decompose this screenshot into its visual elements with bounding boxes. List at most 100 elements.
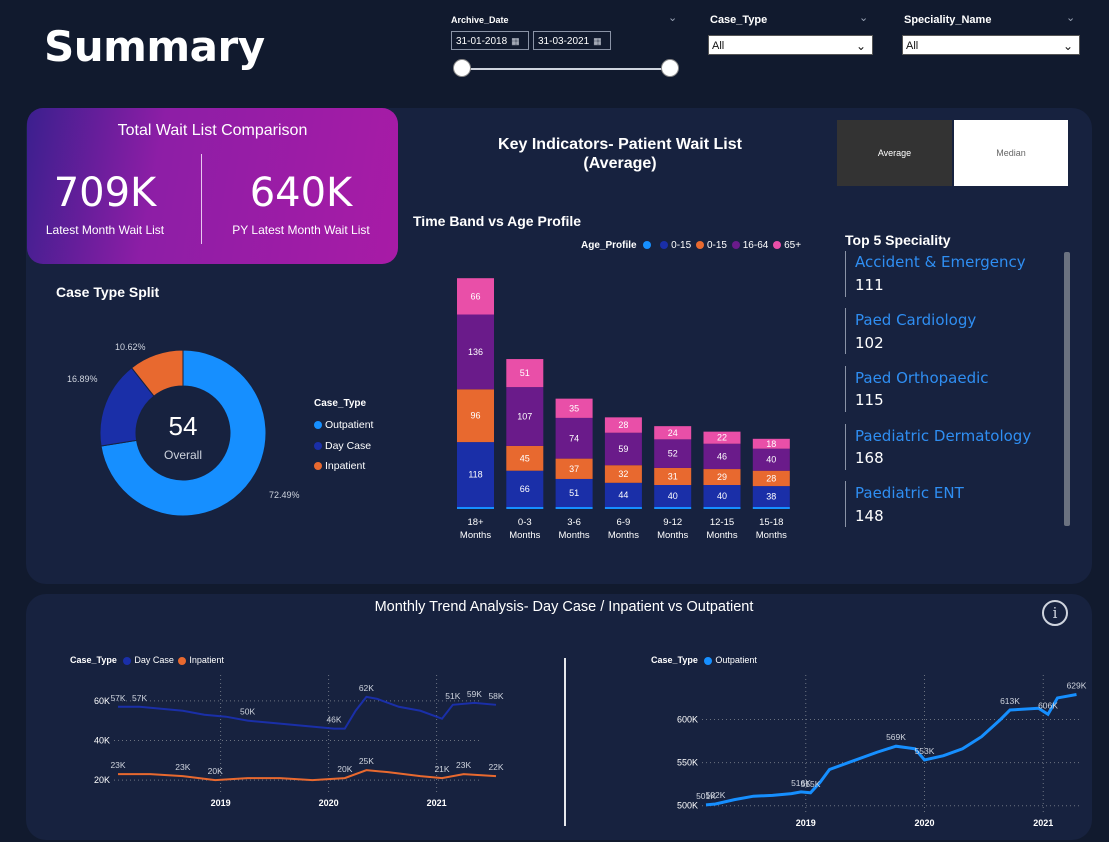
case-split-title: Case Type Split	[56, 284, 160, 300]
legend-item-blank[interactable]	[643, 240, 654, 251]
bar-data-label: 136	[468, 347, 483, 357]
average-toggle-button[interactable]: Average	[837, 120, 952, 186]
date-slider-end-handle[interactable]	[661, 59, 679, 77]
x-tick-label: Months	[460, 530, 491, 541]
date-slider-start-handle[interactable]	[453, 59, 471, 77]
bar-data-label: 35	[569, 403, 579, 413]
series-line-daycase[interactable]	[118, 695, 497, 730]
bar-data-label: 31	[668, 471, 678, 481]
data-label: 20K	[208, 766, 223, 776]
data-label: 502K	[706, 790, 726, 800]
top5-item-name[interactable]: Paed Cardiology	[855, 311, 976, 329]
chevron-down-icon[interactable]: ⌄	[1066, 11, 1075, 24]
bar-data-label: 59	[618, 444, 628, 454]
case-type-select[interactable]: All ⌄	[708, 35, 873, 55]
archive-date-label: Archive_Date	[451, 15, 509, 25]
case-split-legend: Outpatient Day Case Inpatient	[314, 415, 373, 477]
top5-item-name[interactable]: Paediatric Dermatology	[855, 427, 1031, 445]
y-tick-label: 600K	[677, 714, 698, 724]
case-type-filter-label: Case_Type	[710, 14, 768, 26]
data-label: 22K	[488, 762, 503, 772]
bar-data-label: 74	[569, 433, 579, 443]
key-indicators-title-line1: Key Indicators- Patient Wait List	[498, 136, 742, 153]
legend-item-inpatient[interactable]: Inpatient	[314, 456, 373, 477]
data-label: 23K	[175, 762, 190, 772]
legend-item-16-64[interactable]: 16-64	[731, 240, 768, 251]
speciality-filter-label: Speciality_Name	[904, 14, 992, 26]
top5-item-name[interactable]: Accident & Emergency	[855, 253, 1026, 271]
bar-data-label: 28	[618, 420, 628, 430]
right-trend-legend-title: Case_Type	[651, 655, 698, 665]
end-date-input[interactable]: 31-03-2021 ▦	[533, 31, 611, 50]
bar-base-segment[interactable]	[604, 507, 642, 509]
donut-center-value: 54	[169, 411, 198, 441]
series-line-outpatient[interactable]	[705, 693, 1077, 807]
y-tick-label: 60K	[94, 696, 110, 706]
legend-item-outpatient[interactable]: Outpatient	[704, 655, 757, 665]
bar-data-label: 66	[470, 291, 480, 301]
bar-data-label: 38	[766, 492, 776, 502]
start-date-input[interactable]: 31-01-2018 ▦	[451, 31, 529, 50]
legend-item-0-15-a[interactable]: 0-15	[660, 240, 691, 251]
data-label: 57K	[132, 693, 147, 703]
chevron-down-icon[interactable]: ⌄	[668, 11, 677, 24]
legend-item-65plus[interactable]: 65+	[773, 240, 801, 251]
speciality-select[interactable]: All ⌄	[902, 35, 1080, 55]
data-label: 20K	[337, 764, 352, 774]
info-icon[interactable]: i	[1042, 600, 1068, 626]
latest-month-label: Latest Month Wait List	[45, 223, 165, 237]
x-tick-label: 3-6	[567, 517, 581, 528]
y-tick-label: 20K	[94, 775, 110, 785]
bar-data-label: 96	[470, 411, 480, 421]
x-tick-label: 2019	[211, 798, 231, 808]
x-tick-label: Months	[706, 530, 737, 541]
data-label: 62K	[359, 683, 374, 693]
legend-item-0-15-b[interactable]: 0-15	[695, 240, 727, 251]
bar-data-label: 28	[766, 473, 776, 483]
data-label: 23K	[110, 760, 125, 770]
top5-item-value: 111	[855, 276, 884, 294]
x-tick-label: 6-9	[617, 517, 631, 528]
data-label: 23K	[456, 760, 471, 770]
median-toggle-button[interactable]: Median	[954, 120, 1068, 186]
x-tick-label: Months	[509, 530, 540, 541]
data-label: 57K	[110, 693, 125, 703]
x-tick-label: 0-3	[518, 517, 532, 528]
data-label: 553K	[915, 746, 935, 756]
bar-base-segment[interactable]	[457, 507, 494, 509]
bar-data-label: 52	[668, 449, 678, 459]
py-month-value: 640K	[249, 170, 353, 216]
latest-month-value: 709K	[53, 170, 157, 216]
bar-base-segment[interactable]	[506, 507, 544, 509]
top5-item-name[interactable]: Paed Orthopaedic	[855, 369, 989, 387]
bar-base-segment[interactable]	[752, 507, 790, 509]
bar-data-label: 29	[717, 472, 727, 482]
pct-label-daycase: 16.89%	[67, 374, 98, 384]
key-indicators-title: Key Indicators- Patient Wait List (Avera…	[480, 135, 760, 173]
legend-item-inpatient[interactable]: Inpatient	[178, 655, 224, 665]
calendar-icon: ▦	[593, 36, 602, 46]
legend-item-daycase[interactable]: Day Case	[314, 436, 373, 457]
data-label: 21K	[434, 764, 449, 774]
bar-base-segment[interactable]	[555, 507, 593, 509]
kpi-card: Total Wait List Comparison 709K Latest M…	[27, 108, 398, 264]
trend-divider	[564, 658, 566, 826]
chevron-down-icon: ⌄	[855, 39, 866, 53]
key-indicators-title-line2: (Average)	[583, 155, 657, 172]
case-split-legend-title: Case_Type	[314, 398, 367, 409]
top5-scrollbar[interactable]	[1064, 252, 1070, 526]
y-tick-label: 500K	[677, 801, 698, 811]
legend-item-outpatient[interactable]: Outpatient	[314, 415, 373, 436]
bar-base-segment[interactable]	[703, 507, 741, 509]
donut-center-label: Overall	[164, 448, 202, 462]
data-label: 606K	[1038, 700, 1058, 710]
bar-base-segment[interactable]	[654, 507, 692, 509]
top5-item-name[interactable]: Paediatric ENT	[855, 484, 964, 502]
legend-item-daycase[interactable]: Day Case	[123, 655, 174, 665]
top5-title: Top 5 Speciality	[845, 232, 951, 248]
x-tick-label: 9-12	[663, 517, 682, 528]
date-slider-track[interactable]	[462, 68, 670, 70]
bar-data-label: 107	[517, 412, 532, 422]
x-tick-label: 2020	[319, 798, 339, 808]
chevron-down-icon[interactable]: ⌄	[859, 11, 868, 24]
